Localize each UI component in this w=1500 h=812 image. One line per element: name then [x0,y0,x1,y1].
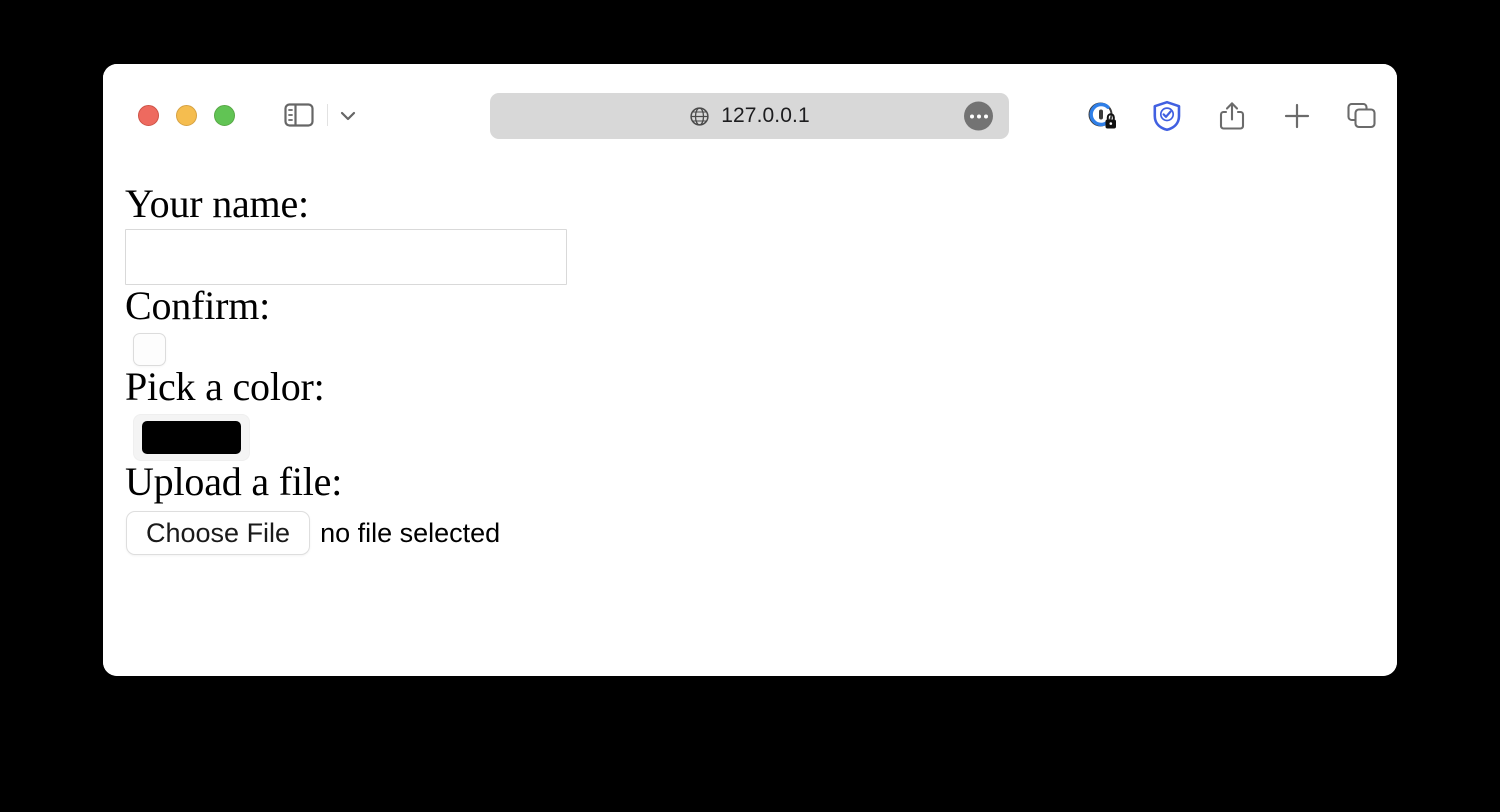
ellipsis-dot [969,114,974,118]
color-swatch [142,421,241,454]
sidebar-icon[interactable] [284,102,314,128]
toolbar-divider [327,104,328,126]
file-label: Upload a file: [125,459,343,504]
new-tab-icon[interactable] [1281,100,1313,132]
file-status-text: no file selected [320,517,501,548]
maximize-window-button[interactable] [214,105,235,126]
browser-window: 127.0.0.1 Your name: Confirm: Pick a col… [103,64,1397,676]
minimize-window-button[interactable] [176,105,197,126]
chevron-down-icon[interactable] [337,106,359,126]
tab-overview-icon[interactable] [1346,100,1378,132]
name-field-row [125,229,1397,285]
address-bar[interactable]: 127.0.0.1 [490,93,1009,139]
confirm-label: Confirm: [125,283,271,328]
color-picker[interactable] [133,414,250,461]
window-controls [138,105,235,126]
close-window-button[interactable] [138,105,159,126]
ellipsis-dot [976,114,981,118]
toolbar-actions [1086,100,1378,132]
page-content: Your name: Confirm: Pick a color: Upload… [103,168,1397,676]
privacy-report-icon[interactable] [1086,100,1118,132]
confirm-checkbox[interactable] [133,333,166,366]
color-label: Pick a color: [125,364,325,409]
choose-file-button[interactable]: Choose File [126,511,311,555]
ellipsis-icon[interactable] [964,101,993,131]
share-icon[interactable] [1216,100,1248,132]
name-input[interactable] [125,229,567,285]
file-field-row: Choose File no file selected [126,511,1397,555]
globe-icon [689,106,710,127]
adguard-shield-icon[interactable] [1151,100,1183,132]
ellipsis-dot [983,114,988,118]
browser-toolbar: 127.0.0.1 [103,64,1397,168]
confirm-field-row [125,333,1397,366]
url-text: 127.0.0.1 [721,104,810,127]
color-field-row [125,414,1397,461]
name-label: Your name: [125,181,309,226]
